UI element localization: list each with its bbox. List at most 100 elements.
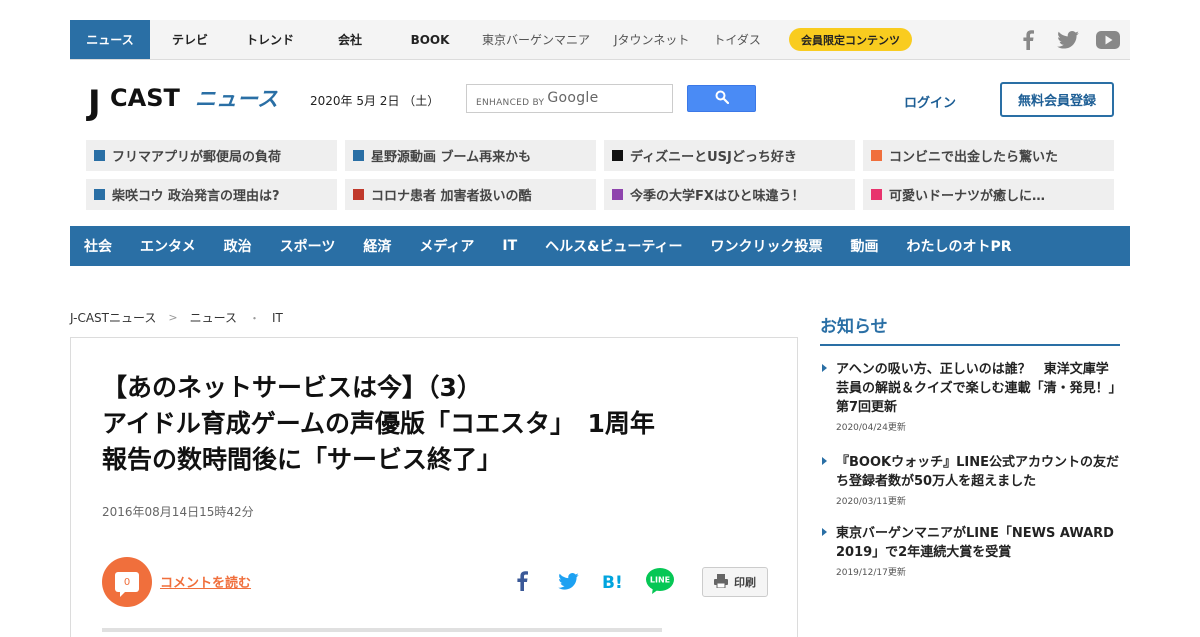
top-nav-trend[interactable]: トレンド — [230, 20, 310, 59]
social-links — [1016, 28, 1120, 52]
facebook-icon[interactable] — [499, 566, 545, 596]
top-nav-book[interactable]: BOOK — [390, 20, 470, 59]
square-bullet-icon — [94, 189, 105, 200]
logo-j: J — [86, 83, 101, 123]
pickup-label: コンビニで出金したら驚いた — [889, 150, 1059, 165]
square-bullet-icon — [612, 150, 623, 161]
comment-count-bubble[interactable]: 0 — [102, 557, 152, 607]
notice-item[interactable]: 東京バーゲンマニアがLINE「NEWS AWARD 2019」で2年連続大賞を受… — [820, 524, 1120, 578]
notice-date: 2020/03/11更新 — [836, 497, 906, 507]
breadcrumb-news[interactable]: ニュース — [190, 309, 237, 326]
category-economy[interactable]: 経済 — [363, 236, 391, 256]
caret-right-icon — [822, 364, 827, 372]
category-video[interactable]: 動画 — [851, 236, 879, 256]
caret-right-icon — [822, 457, 827, 465]
search-box[interactable]: ENHANCED BY Google — [466, 84, 673, 113]
square-bullet-icon — [353, 189, 364, 200]
member-only-badge[interactable]: 会員限定コンテンツ — [789, 28, 912, 51]
notice-text[interactable]: アヘンの吸い方、正しいのは誰？ 東洋文庫学芸員の解説＆クイズで楽しむ連載「清・発… — [836, 360, 1120, 417]
breadcrumb-separator: ・ — [249, 311, 261, 325]
pickup-label: 可愛いドーナツが癒しに… — [889, 189, 1046, 204]
pickup-item[interactable]: コロナ患者 加害者扱いの酷 — [345, 179, 596, 210]
line-icon[interactable]: LINE — [637, 566, 683, 596]
pickup-label: ディズニーとUSJどっち好き — [630, 150, 797, 165]
notice-text[interactable]: 東京バーゲンマニアがLINE「NEWS AWARD 2019」で2年連続大賞を受… — [836, 524, 1120, 562]
jcast-logo[interactable]: J CAST ニュース — [84, 80, 284, 124]
article-title-line2: アイドル育成ゲームの声優版「コエスタ」 1周年 — [102, 409, 655, 438]
category-health-beauty[interactable]: ヘルス&ビューティー — [545, 236, 682, 256]
square-bullet-icon — [612, 189, 623, 200]
article-datetime: 2016年08月14日15時42分 — [102, 505, 254, 519]
notice-text[interactable]: 『BOOKウォッチ』LINE公式アカウントの友だち登録者数が50万人を超えました — [836, 453, 1120, 491]
printer-icon — [714, 573, 734, 591]
top-nav-toidasu[interactable]: トイダス — [701, 20, 773, 59]
current-date: 2020年 5月 2日 （土） — [310, 94, 440, 108]
category-it[interactable]: IT — [502, 238, 517, 254]
logo-news: ニュース — [195, 87, 278, 111]
free-signup-button[interactable]: 無料会員登録 — [1000, 82, 1114, 117]
notices-heading: お知らせ — [820, 312, 1120, 346]
notice-date: 2019/12/17更新 — [836, 568, 906, 578]
top-nav-news[interactable]: ニュース — [70, 20, 150, 59]
category-society[interactable]: 社会 — [84, 236, 112, 256]
caret-right-icon — [822, 528, 827, 536]
hatena-bookmark-icon[interactable]: B! — [591, 566, 637, 596]
breadcrumb-home[interactable]: J-CASTニュース — [70, 309, 156, 326]
facebook-icon[interactable] — [1016, 28, 1040, 52]
breadcrumb-separator: > — [168, 311, 178, 324]
comment-count: 0 — [115, 572, 139, 597]
category-media[interactable]: メディア — [419, 236, 474, 256]
pickup-label: コロナ患者 加害者扱いの酷 — [371, 189, 532, 204]
square-bullet-icon — [353, 150, 364, 161]
twitter-icon[interactable] — [545, 566, 591, 596]
article-title-line3: 報告の数時間後に「サービス終了」 — [102, 445, 503, 474]
youtube-icon[interactable] — [1096, 28, 1120, 52]
line-label: LINE — [650, 576, 670, 585]
search-input[interactable] — [467, 85, 672, 112]
pickup-item[interactable]: コンビニで出金したら驚いた — [863, 140, 1114, 171]
category-nav: 社会 エンタメ 政治 スポーツ 経済 メディア IT ヘルス&ビューティー ワン… — [70, 226, 1130, 266]
pickup-item[interactable]: フリマアプリが郵便局の負荷 — [86, 140, 337, 171]
read-comments-link[interactable]: コメントを読む — [160, 572, 251, 591]
category-watashi-no-oto-pr[interactable]: わたしのオトPR — [907, 236, 1012, 256]
notice-item[interactable]: 『BOOKウォッチ』LINE公式アカウントの友だち登録者数が50万人を超えました… — [820, 453, 1120, 507]
notice-item[interactable]: アヘンの吸い方、正しいのは誰？ 東洋文庫学芸員の解説＆クイズで楽しむ連載「清・発… — [820, 360, 1120, 433]
article-card: 【あのネットサービスは今】（3） アイドル育成ゲームの声優版「コエスタ」 1周年… — [70, 337, 798, 637]
square-bullet-icon — [871, 189, 882, 200]
share-buttons: B! LINE — [499, 566, 683, 596]
pickup-label: 星野源動画 ブーム再来かも — [371, 150, 532, 165]
pickup-item[interactable]: ディズニーとUSJどっち好き — [604, 140, 855, 171]
article-body-preview — [102, 628, 662, 632]
login-link[interactable]: ログイン — [904, 92, 956, 111]
category-one-click-poll[interactable]: ワンクリック投票 — [711, 236, 823, 256]
pickup-item[interactable]: 今季の大学FXはひと味違う！ — [604, 179, 855, 210]
pickup-item[interactable]: 星野源動画 ブーム再来かも — [345, 140, 596, 171]
category-politics[interactable]: 政治 — [224, 236, 252, 256]
pickup-label: フリマアプリが郵便局の負荷 — [112, 150, 282, 165]
article-title-line1: 【あのネットサービスは今】（3） — [102, 373, 482, 402]
category-sports[interactable]: スポーツ — [280, 236, 336, 256]
top-bar: ニュース テレビ トレンド 会社 BOOK 東京バーゲンマニア Jタウンネット … — [70, 20, 1130, 60]
logo-cast: CAST — [110, 84, 180, 112]
pickup-label: 柴咲コウ 政治発言の理由は? — [112, 189, 280, 204]
search-icon — [715, 89, 729, 108]
category-entertainment[interactable]: エンタメ — [140, 236, 196, 256]
pickup-item[interactable]: 可愛いドーナツが癒しに… — [863, 179, 1114, 210]
pickup-label: 今季の大学FXはひと味違う！ — [630, 189, 805, 204]
twitter-icon[interactable] — [1056, 28, 1080, 52]
top-nav-tv[interactable]: テレビ — [150, 20, 230, 59]
print-button[interactable]: 印刷 — [702, 567, 768, 597]
notice-date: 2020/04/24更新 — [836, 423, 906, 433]
breadcrumb-it[interactable]: IT — [272, 311, 283, 325]
top-nav: ニュース テレビ トレンド 会社 BOOK 東京バーゲンマニア Jタウンネット … — [70, 20, 773, 59]
article-title: 【あのネットサービスは今】（3） アイドル育成ゲームの声優版「コエスタ」 1周年… — [102, 370, 782, 478]
pickup-item[interactable]: 柴咲コウ 政治発言の理由は? — [86, 179, 337, 210]
square-bullet-icon — [871, 150, 882, 161]
top-nav-bargain-mania[interactable]: 東京バーゲンマニア — [470, 20, 602, 59]
hatena-label: B! — [602, 573, 623, 591]
search-button[interactable] — [687, 85, 756, 112]
top-nav-j-town-net[interactable]: Jタウンネット — [602, 20, 701, 59]
square-bullet-icon — [94, 150, 105, 161]
top-nav-company[interactable]: 会社 — [310, 20, 390, 59]
breadcrumb: J-CASTニュース > ニュース ・ IT — [70, 309, 283, 326]
